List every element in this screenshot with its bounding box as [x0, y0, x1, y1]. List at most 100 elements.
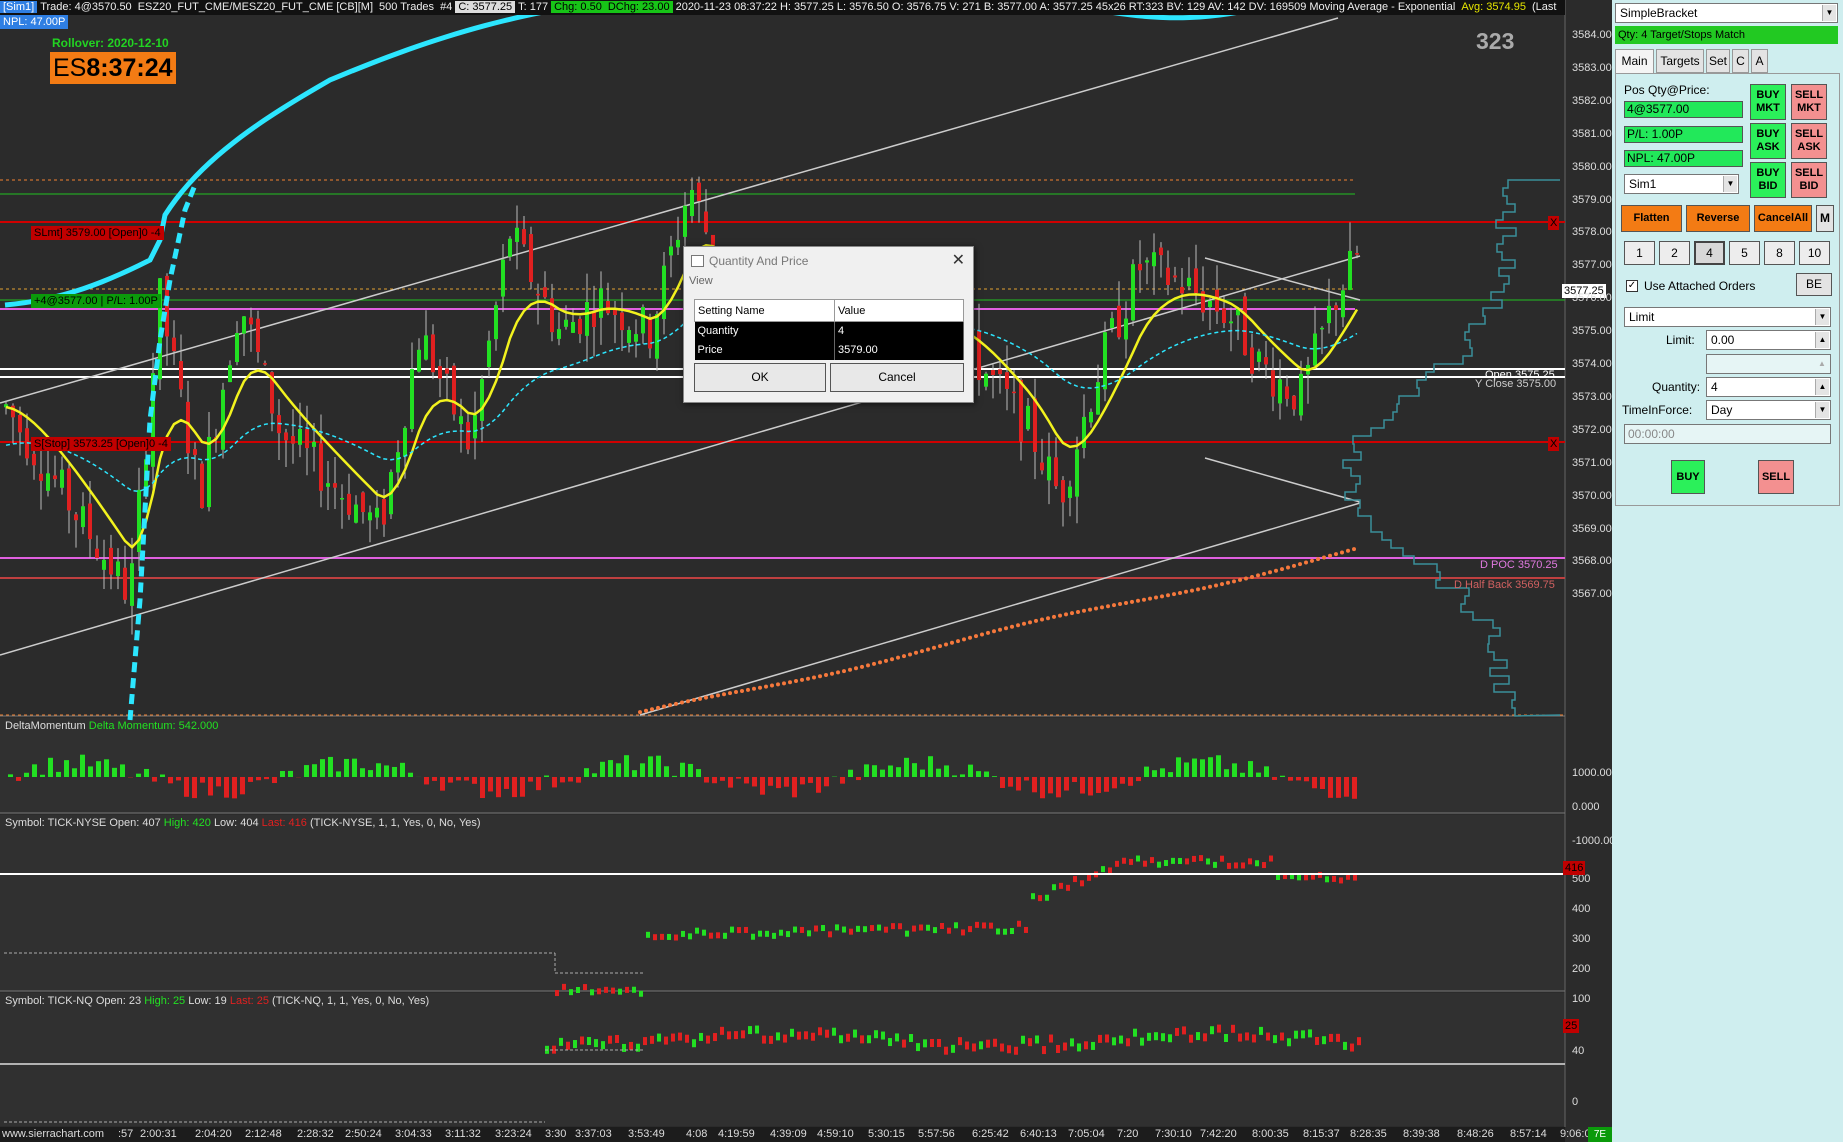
tick-nyse-bar	[576, 986, 580, 993]
tab-c[interactable]: C	[1732, 49, 1749, 73]
table-row[interactable]: Price 3579.00	[694, 340, 964, 360]
be-button[interactable]: BE	[1796, 273, 1832, 296]
position-tag[interactable]: +4@3577.00 | P/L: 1.00P	[31, 294, 161, 308]
delta-bar	[112, 767, 117, 777]
price-chart[interactable]	[0, 0, 1612, 1142]
quantity-and-price-dialog[interactable]: Quantity And Price ✕ View Setting Name V…	[683, 246, 974, 403]
tab-main[interactable]: Main	[1615, 49, 1654, 74]
delta-bar	[256, 777, 261, 781]
price-tick: 3567.00	[1572, 588, 1612, 601]
quantity-value-cell[interactable]: 4	[834, 321, 964, 341]
price-tick: 3570.00	[1572, 489, 1612, 502]
delta-bar	[1080, 777, 1085, 794]
buy-ask-button[interactable]: BUY ASK	[1750, 123, 1786, 159]
reverse-button[interactable]: Reverse	[1686, 205, 1750, 232]
candle-body	[991, 370, 995, 375]
candle-body	[193, 449, 197, 455]
delta-bar	[1112, 777, 1117, 789]
buy-bid-button[interactable]: BUY BID	[1750, 162, 1786, 198]
qty-button-2[interactable]: 2	[1659, 241, 1690, 265]
qty-button-10[interactable]: 10	[1799, 241, 1830, 265]
tick-nyse-bar	[604, 986, 608, 993]
candle-body	[298, 429, 302, 445]
time-in-force-select[interactable]: Day ▼	[1706, 400, 1831, 420]
tick-nq-bar	[699, 1032, 703, 1041]
tick-nyse-bar	[1199, 855, 1203, 862]
candle-body	[571, 321, 575, 333]
price-tick: 3577.00	[1572, 259, 1612, 272]
channel-lower	[639, 502, 1361, 716]
sell-ask-button[interactable]: SELL ASK	[1791, 123, 1827, 159]
chevron-down-icon[interactable]: ▼	[1723, 176, 1737, 192]
price-value-cell[interactable]: 3579.00	[834, 340, 964, 360]
delta-bar	[408, 772, 413, 777]
candle-body	[1019, 379, 1023, 442]
tick-nyse-bar	[562, 983, 566, 990]
limit-price-value: 0.00	[1711, 333, 1735, 347]
cancel-stop-marker[interactable]: X	[1548, 437, 1560, 451]
vwap-dot	[1154, 595, 1158, 600]
time-tick: 2:28:32	[297, 1128, 334, 1140]
chevron-down-icon[interactable]: ▼	[1815, 402, 1829, 418]
cancel-all-button[interactable]: CancelAll	[1754, 205, 1812, 232]
spinner-icon[interactable]: ▲	[1815, 332, 1829, 348]
qty-button-1[interactable]: 1	[1624, 241, 1655, 265]
dpoc-label: D POC 3570.25	[1480, 559, 1558, 571]
chart-area[interactable]: [Sim1] Trade: 4@3570.50 ESZ20_FUT_CME/MESZ…	[0, 0, 1622, 1142]
sell-market-button[interactable]: SELL MKT	[1791, 84, 1827, 120]
candle-body	[242, 316, 246, 334]
chevron-down-icon[interactable]: ▼	[1822, 5, 1836, 21]
time-axis[interactable]: www.sierrachart.com:57 2:00:31 2:04:20 2:12…	[0, 1127, 1597, 1142]
spinner-icon[interactable]: ▲	[1815, 379, 1829, 395]
tick-nq-bar	[972, 1043, 976, 1052]
stop-order-tag[interactable]: S[Stop] 3573.25 [Open]0 -4	[31, 437, 171, 451]
close-icon[interactable]: ✕	[952, 247, 965, 275]
cancel-button[interactable]: Cancel	[830, 363, 964, 392]
trade-window[interactable]: SimpleBracket ▼ Qty: 4 Target/Stops Matc…	[1612, 0, 1843, 1142]
vwap-dot	[962, 637, 966, 642]
strategy-select[interactable]: SimpleBracket ▼	[1615, 3, 1838, 23]
tab-a[interactable]: A	[1751, 49, 1768, 73]
sell-bid-button[interactable]: SELL BID	[1791, 162, 1827, 198]
sell-button[interactable]: SELL	[1758, 460, 1794, 494]
delta-bar	[272, 777, 277, 784]
settings-table[interactable]: Setting Name Value Quantity 4 Price 3579…	[694, 299, 964, 360]
buy-button[interactable]: BUY	[1671, 460, 1705, 494]
chevron-down-icon[interactable]: ▼	[1815, 309, 1829, 325]
price-tick: 3579.00	[1572, 193, 1612, 206]
candle-body	[130, 563, 134, 606]
account-select[interactable]: Sim1 ▼	[1624, 174, 1739, 194]
price-tick: 3580.00	[1572, 160, 1612, 173]
limit-price-input[interactable]: 0.00 ▲	[1706, 330, 1831, 350]
stop-limit-order-tag[interactable]: SLmt] 3579.00 [Open]0 -4	[31, 226, 164, 240]
ok-button[interactable]: OK	[694, 363, 826, 392]
delta-bar	[784, 777, 789, 787]
delta-bar	[352, 758, 357, 777]
delta-bar	[928, 756, 933, 777]
tick-nq-bar	[1161, 1033, 1165, 1042]
m-button[interactable]: M	[1816, 205, 1834, 232]
vwap-dot	[1130, 599, 1134, 604]
candle-body	[697, 182, 701, 202]
delta-bar	[1280, 775, 1285, 777]
tick-nq-bar	[720, 1026, 724, 1035]
qty-button-5[interactable]: 5	[1729, 241, 1760, 265]
tick-nyse-bar	[1157, 861, 1161, 868]
flatten-button[interactable]: Flatten	[1621, 205, 1682, 232]
buy-market-button[interactable]: BUY MKT	[1750, 84, 1786, 120]
dialog-title-bar[interactable]: Quantity And Price ✕	[684, 247, 973, 275]
qty-button-8[interactable]: 8	[1764, 241, 1795, 265]
chart-corner-badge[interactable]: 7E	[1588, 1127, 1612, 1142]
time-in-force-label: TimeInForce:	[1622, 403, 1693, 417]
cancel-stop-limit-marker[interactable]: X	[1548, 216, 1560, 230]
tab-set[interactable]: Set	[1706, 49, 1730, 73]
candle-body	[1033, 398, 1037, 452]
order-type-select[interactable]: Limit ▼	[1624, 307, 1831, 327]
tick-nyse-bar	[940, 922, 944, 929]
use-attached-orders-checkbox[interactable]: ✓	[1626, 280, 1638, 292]
qty-button-4[interactable]: 4	[1694, 241, 1725, 265]
quantity-input[interactable]: 4 ▲	[1706, 377, 1831, 397]
tab-targets[interactable]: Targets	[1656, 49, 1704, 73]
vwap-dot	[1292, 563, 1296, 568]
table-row[interactable]: Quantity 4	[694, 321, 964, 341]
